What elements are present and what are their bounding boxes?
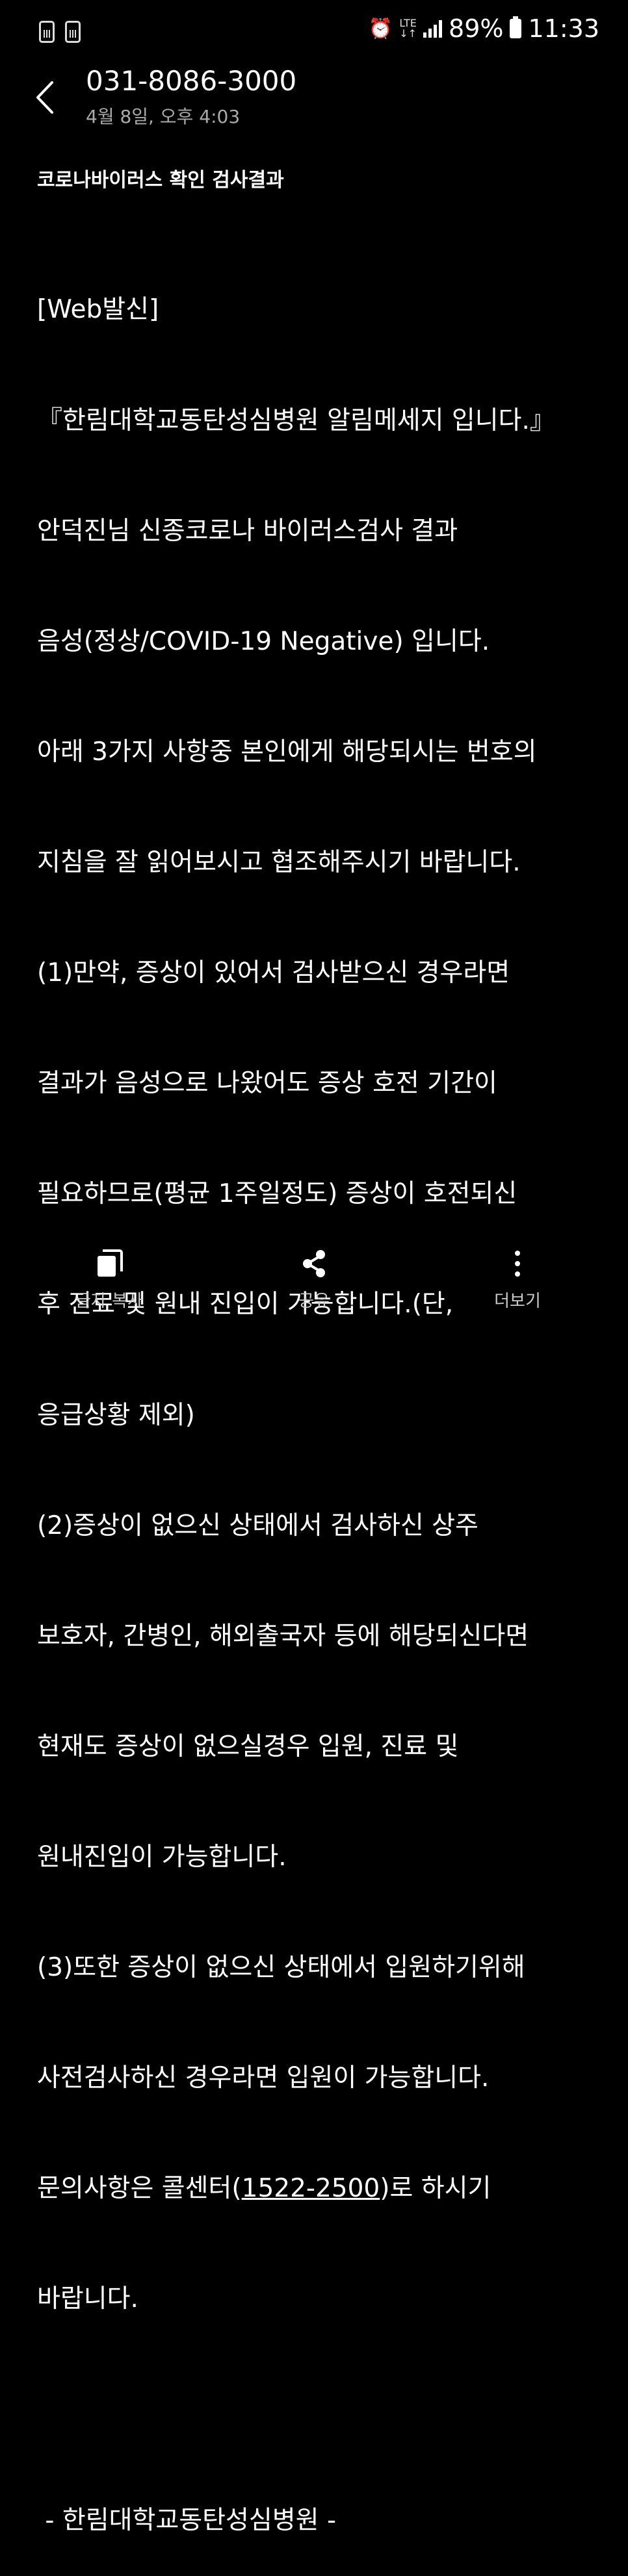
message-line: 안덕진님 신종코로나 바이러스검사 결과 <box>37 516 458 546</box>
more-vertical-icon <box>452 1241 582 1286</box>
sim-card-icon <box>39 21 55 43</box>
message-line: (2)증상이 없으신 상태에서 검사하신 상주 <box>37 1511 478 1540</box>
message-line: (3)또한 증상이 없으신 상태에서 입원하기위해 <box>37 1953 525 1983</box>
back-button[interactable] <box>26 75 65 120</box>
message-line: 현재도 증상이 없으실경우 입원, 진료 및 <box>37 1731 459 1761</box>
copy-icon <box>44 1241 174 1286</box>
message-line: 사전검사하신 경우라면 입원이 가능합니다. <box>37 2063 490 2093</box>
bottom-action-bar: 글자 복사 공유 더보기 <box>0 1241 628 1325</box>
message-line: 『한림대학교동탄성심병원 알림메세지 입니다.』 <box>37 405 555 435</box>
sim-card-icon <box>65 21 81 43</box>
message-line: 원내진입이 가능합니다. <box>37 1842 287 1872</box>
message-line: 결과가 음성으로 나왔어도 증상 호전 기간이 <box>37 1069 497 1099</box>
battery-percent: 89% <box>449 14 504 43</box>
blank-line: ​ <box>37 2391 609 2429</box>
message-subject: 코로나바이러스 확인 검사결과 <box>37 169 284 192</box>
clock: 11:33 <box>528 14 599 43</box>
message-date: 4월 8일, 오후 4:03 <box>86 106 241 127</box>
message-line: 응급상황 제외) <box>37 1400 195 1430</box>
share-label: 공유 <box>298 1292 330 1311</box>
system-status: ⏰ LTE ↓↑ 89% 11:33 <box>369 14 599 43</box>
share-icon <box>249 1241 379 1286</box>
message-signature: - 한림대학교동탄성심병원 - <box>37 2505 337 2535</box>
contact-line: 문의사항은 콜센터(1522-2500)로 하시기 <box>37 2171 609 2208</box>
conversation-header: 031-8086-3000 4월 8일, 오후 4:03 <box>0 65 628 136</box>
contact-prefix: 문의사항은 콜센터( <box>37 2174 242 2204</box>
message-line: (1)만약, 증상이 있어서 검사받으신 경우라면 <box>37 958 510 988</box>
copy-text-button[interactable]: 글자 복사 <box>44 1241 174 1312</box>
message-line: 아래 3가지 사항중 본인에게 해당되시는 번호의 <box>37 737 537 767</box>
message-line: 바랍니다. <box>37 2284 138 2314</box>
copy-label: 글자 복사 <box>75 1292 143 1311</box>
status-bar: ⏰ LTE ↓↑ 89% 11:33 <box>0 0 628 65</box>
notification-icons <box>39 21 81 43</box>
message-line: [Web발신] <box>37 295 159 325</box>
lte-icon: LTE ↓↑ <box>399 17 417 40</box>
message-line: 필요하므로(평균 1주일정도) 증상이 호전되신 <box>37 1179 517 1209</box>
battery-icon <box>510 16 522 38</box>
more-label: 더보기 <box>494 1292 541 1311</box>
phone-number-link[interactable]: 1522-2500 <box>242 2174 380 2203</box>
message-line: 보호자, 간병인, 해외출국자 등에 해당되신다면 <box>37 1621 529 1651</box>
sender-number: 031-8086-3000 <box>86 65 297 97</box>
message-line: 음성(정상/COVID-19 Negative) 입니다. <box>37 626 490 656</box>
more-options-button[interactable]: 더보기 <box>452 1241 582 1312</box>
share-button[interactable]: 공유 <box>249 1241 379 1312</box>
contact-suffix: )로 하시기 <box>380 2174 491 2204</box>
alarm-icon: ⏰ <box>368 17 393 40</box>
chevron-left-icon <box>36 81 53 114</box>
message-line: 지침을 잘 읽어보시고 협조해주시기 바랍니다. <box>37 847 521 877</box>
message-body: [Web발신] 『한림대학교동탄성심병원 알림메세지 입니다.』 안덕진님 신종… <box>37 218 609 2576</box>
signal-icon <box>423 19 443 38</box>
